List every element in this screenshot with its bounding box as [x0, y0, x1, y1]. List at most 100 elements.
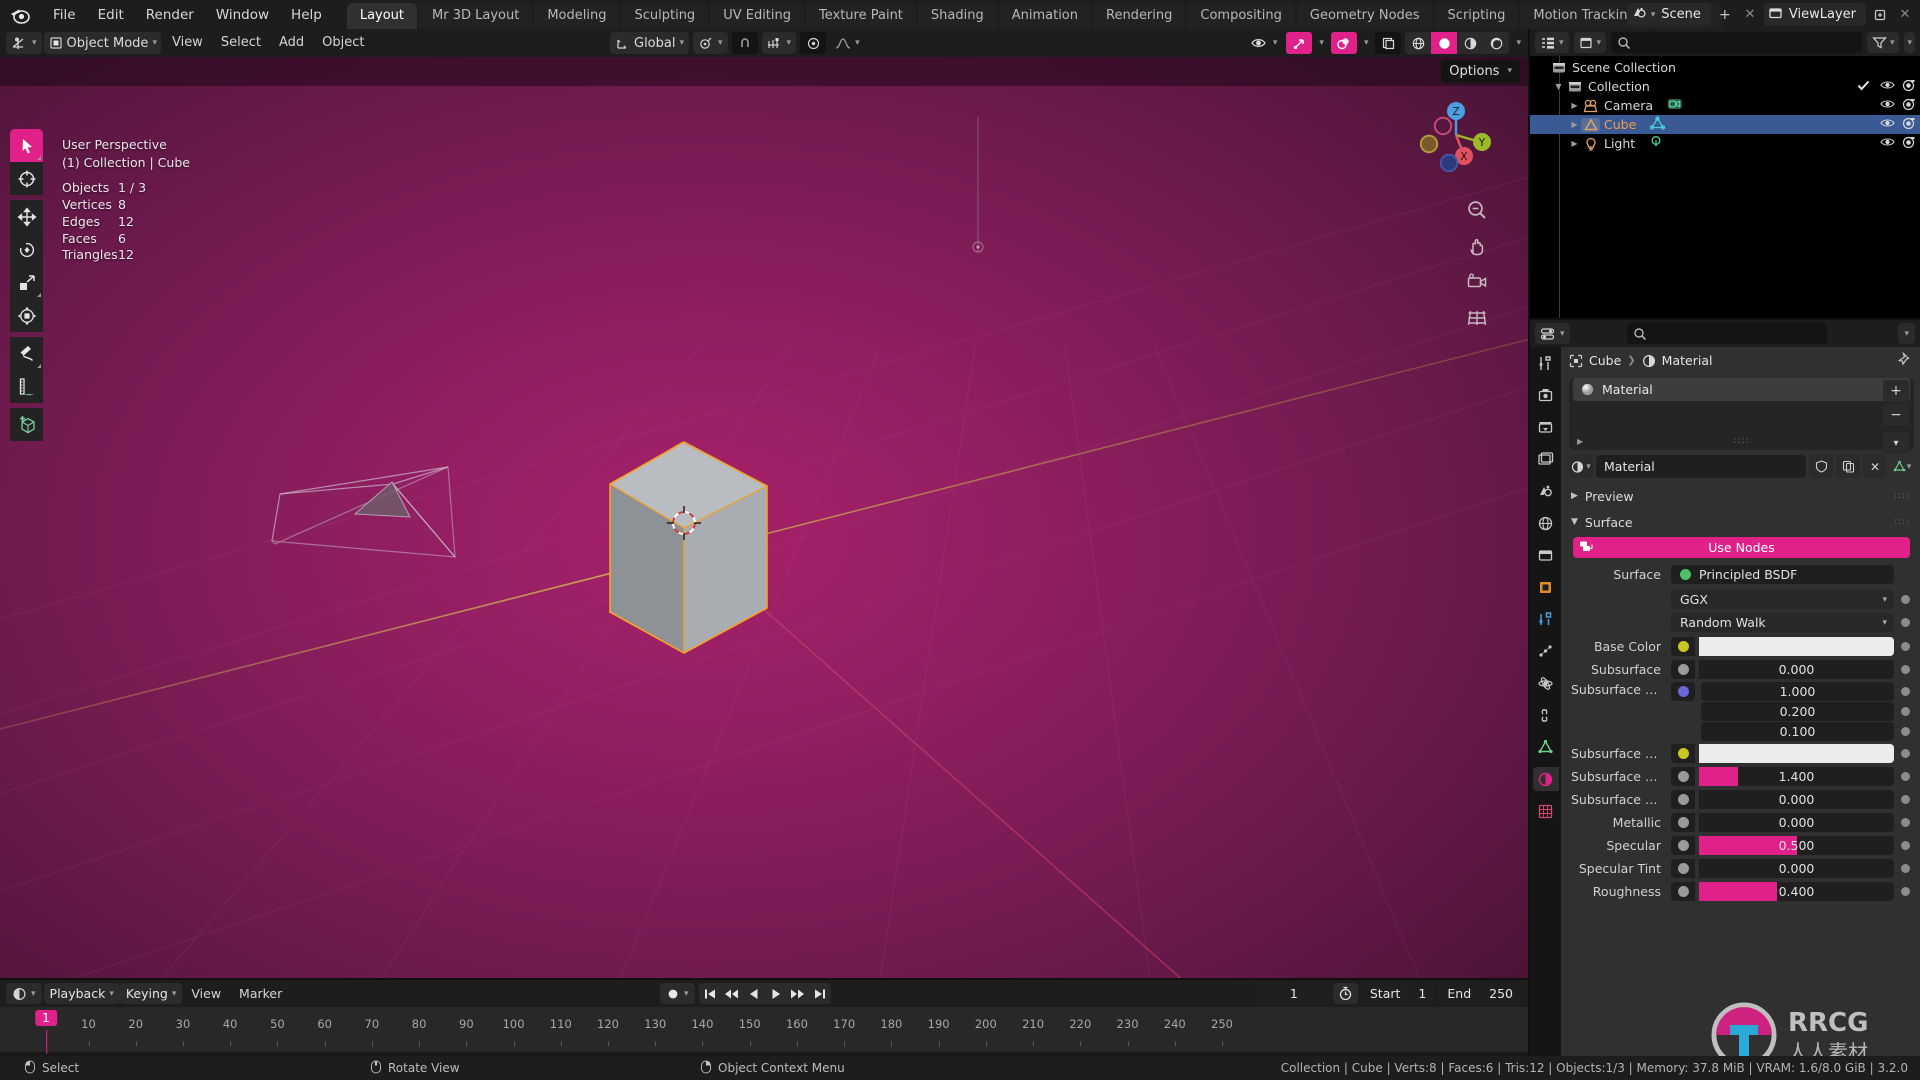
wireframe-shading-button[interactable]: [1405, 32, 1432, 54]
auto-keying-toggle[interactable]: ▾: [660, 983, 695, 1004]
tab-world[interactable]: [1533, 511, 1559, 535]
visibility-eye-icon[interactable]: [1880, 98, 1895, 113]
tool-scale[interactable]: [10, 266, 43, 299]
workspace-tab-scripting[interactable]: Scripting: [1434, 3, 1519, 29]
outliner-row-cube[interactable]: ▶ Cube: [1530, 115, 1920, 134]
render-visibility-icon[interactable]: [1901, 79, 1916, 95]
tool-annotate[interactable]: [10, 337, 43, 370]
animate-property-dot[interactable]: [1901, 642, 1910, 651]
property-value-field[interactable]: 1.000: [1701, 682, 1894, 701]
timeline-menu-playback[interactable]: Playback ▾: [43, 983, 120, 1004]
property-socket[interactable]: [1671, 767, 1695, 786]
animate-property-dot[interactable]: [1901, 795, 1910, 804]
panel-preview-header[interactable]: ▶ Preview ::::: [1561, 484, 1920, 508]
outliner-search-input[interactable]: [1611, 32, 1862, 53]
viewport-options-button[interactable]: Options ▾: [1441, 60, 1520, 83]
workspace-tab-animation[interactable]: Animation: [998, 3, 1091, 29]
outliner-row-camera[interactable]: ▶ Camera: [1530, 96, 1920, 115]
property-socket[interactable]: [1671, 790, 1695, 809]
animate-property-dot[interactable]: [1901, 687, 1910, 696]
fake-user-button[interactable]: [1809, 455, 1833, 478]
toggle-orthographic-button[interactable]: [1464, 305, 1490, 331]
camera-view-button[interactable]: [1464, 269, 1490, 295]
viewport-menu-add[interactable]: Add: [270, 32, 313, 54]
animate-property-dot[interactable]: [1901, 887, 1910, 896]
snap-magnet-toggle[interactable]: [731, 32, 758, 54]
workspace-tab-geometry-nodes[interactable]: Geometry Nodes: [1296, 3, 1433, 29]
tab-tool[interactable]: [1533, 351, 1559, 375]
editor-divider-vertical[interactable]: [1528, 29, 1530, 1056]
jump-to-end-button[interactable]: [809, 983, 831, 1004]
overlay-options[interactable]: ▾: [1361, 32, 1372, 54]
animate-property-dot[interactable]: [1901, 749, 1910, 758]
viewlayer-selector[interactable]: ViewLayer: [1763, 3, 1866, 26]
disclosure-right-icon[interactable]: ▶: [1568, 139, 1581, 148]
material-slot-menu-button[interactable]: ▾: [1883, 432, 1909, 454]
tab-scene[interactable]: [1533, 479, 1559, 503]
editor-divider-timeline[interactable]: [0, 978, 1530, 980]
animate-property-dot[interactable]: [1901, 665, 1910, 674]
render-visibility-icon[interactable]: [1901, 98, 1916, 114]
show-gizmo-toggle[interactable]: [1286, 32, 1313, 54]
jump-to-start-button[interactable]: [699, 983, 721, 1004]
viewport-menu-object[interactable]: Object: [313, 32, 373, 54]
tool-tweak-select[interactable]: [10, 129, 43, 162]
tab-physics[interactable]: [1533, 671, 1559, 695]
zoom-view-button[interactable]: [1464, 197, 1490, 223]
property-value-field[interactable]: 0.200: [1701, 702, 1894, 721]
solid-shading-button[interactable]: [1431, 32, 1458, 54]
gizmo-options[interactable]: ▾: [1316, 32, 1327, 54]
timeline-ruler[interactable]: 10 20 30 40 50 60 70 80 90 100 110 120 130 140 150 160 1…: [0, 1007, 1530, 1054]
material-slot-item[interactable]: Material: [1573, 378, 1910, 401]
transform-orientation-selector[interactable]: Global ▾: [610, 32, 690, 54]
slot-resize-grip[interactable]: ::::: [1569, 436, 1914, 446]
tab-particles[interactable]: [1533, 639, 1559, 663]
viewport-menu-select[interactable]: Select: [212, 32, 270, 54]
timeline-editor-type-button[interactable]: ▾: [6, 983, 42, 1004]
use-preview-range-toggle[interactable]: [1332, 983, 1358, 1004]
property-socket[interactable]: [1671, 682, 1695, 701]
pin-icon[interactable]: [1897, 351, 1912, 369]
workspace-tab-sculpting[interactable]: Sculpting: [621, 3, 709, 29]
top-menu-file[interactable]: File: [42, 4, 87, 26]
property-socket[interactable]: [1671, 637, 1695, 656]
unlink-scene-button[interactable]: ✕: [1739, 4, 1761, 26]
property-value-field[interactable]: 0.000: [1699, 859, 1894, 878]
editor-divider-right-horizontal[interactable]: [1530, 318, 1920, 320]
property-value-field[interactable]: 1.400: [1699, 767, 1894, 786]
add-material-slot-button[interactable]: +: [1883, 380, 1909, 402]
properties-editor-type-button[interactable]: ▾: [1535, 323, 1570, 344]
workspace-tab-shading[interactable]: Shading: [917, 3, 997, 29]
play-button[interactable]: [765, 983, 787, 1004]
animate-property-dot[interactable]: [1901, 772, 1910, 781]
browse-material-button[interactable]: ▾: [1569, 455, 1593, 478]
light-data-icon[interactable]: [1649, 135, 1663, 152]
material-preview-shading-button[interactable]: [1457, 32, 1484, 54]
animate-property-dot[interactable]: [1901, 618, 1910, 627]
blender-logo-icon[interactable]: [8, 4, 32, 26]
property-socket[interactable]: [1671, 836, 1695, 855]
property-socket[interactable]: [1671, 813, 1695, 832]
animate-property-dot[interactable]: [1901, 818, 1910, 827]
properties-search-input[interactable]: [1626, 323, 1827, 344]
property-value-field[interactable]: 0.000: [1699, 660, 1894, 679]
property-value-field[interactable]: 0.100: [1701, 722, 1894, 741]
top-menu-edit[interactable]: Edit: [87, 4, 135, 26]
tool-cursor[interactable]: [10, 162, 43, 195]
viewport-3d[interactable]: User Perspective (1) Collection | Cube O…: [0, 57, 1530, 980]
outliner-row-scene-collection[interactable]: Scene Collection: [1530, 58, 1920, 77]
proportional-editing-toggle[interactable]: [800, 32, 827, 54]
unlink-material-button[interactable]: ✕: [1863, 455, 1887, 478]
rendered-shading-button[interactable]: [1483, 32, 1510, 54]
property-color-swatch[interactable]: [1699, 637, 1894, 656]
property-socket[interactable]: [1671, 882, 1695, 901]
workspace-tab-layout[interactable]: Layout: [346, 3, 418, 29]
visibility-eye-icon[interactable]: [1880, 79, 1895, 94]
material-type-selector[interactable]: ▾: [1890, 455, 1914, 478]
tool-measure[interactable]: [10, 370, 43, 403]
animate-property-dot[interactable]: [1901, 595, 1910, 604]
tool-transform[interactable]: [10, 299, 43, 332]
move-view-button[interactable]: [1464, 233, 1490, 259]
remove-material-slot-button[interactable]: −: [1883, 404, 1909, 426]
visibility-eye-icon[interactable]: [1880, 117, 1895, 132]
